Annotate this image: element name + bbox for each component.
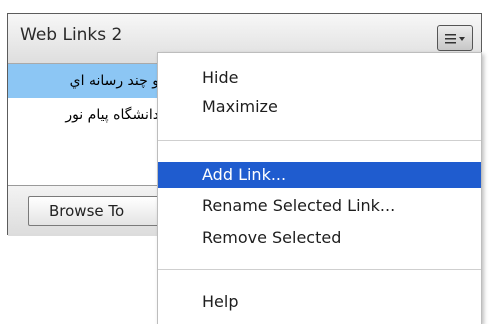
menu-lines-dropdown-icon xyxy=(445,34,465,44)
menu-item-add-link[interactable]: Add Link... xyxy=(158,162,481,188)
menu-item-help[interactable]: Help xyxy=(158,289,481,315)
menu-item-rename-selected-link[interactable]: Rename Selected Link... xyxy=(158,193,481,219)
menu-item-remove-selected[interactable]: Remove Selected xyxy=(158,225,481,251)
link-list-item[interactable]: و چند رسانه اي xyxy=(8,64,167,98)
menu-separator xyxy=(158,140,481,141)
pod-options-button[interactable] xyxy=(437,25,473,51)
pod-options-menu: Hide Maximize Add Link... Rename Selecte… xyxy=(157,52,482,324)
menu-item-maximize[interactable]: Maximize xyxy=(158,94,481,120)
menu-item-hide[interactable]: Hide xyxy=(158,65,481,91)
pod-title: Web Links 2 xyxy=(20,25,123,45)
link-list-item[interactable]: دانشگاه پيام نور xyxy=(8,98,167,132)
menu-separator xyxy=(158,269,481,270)
